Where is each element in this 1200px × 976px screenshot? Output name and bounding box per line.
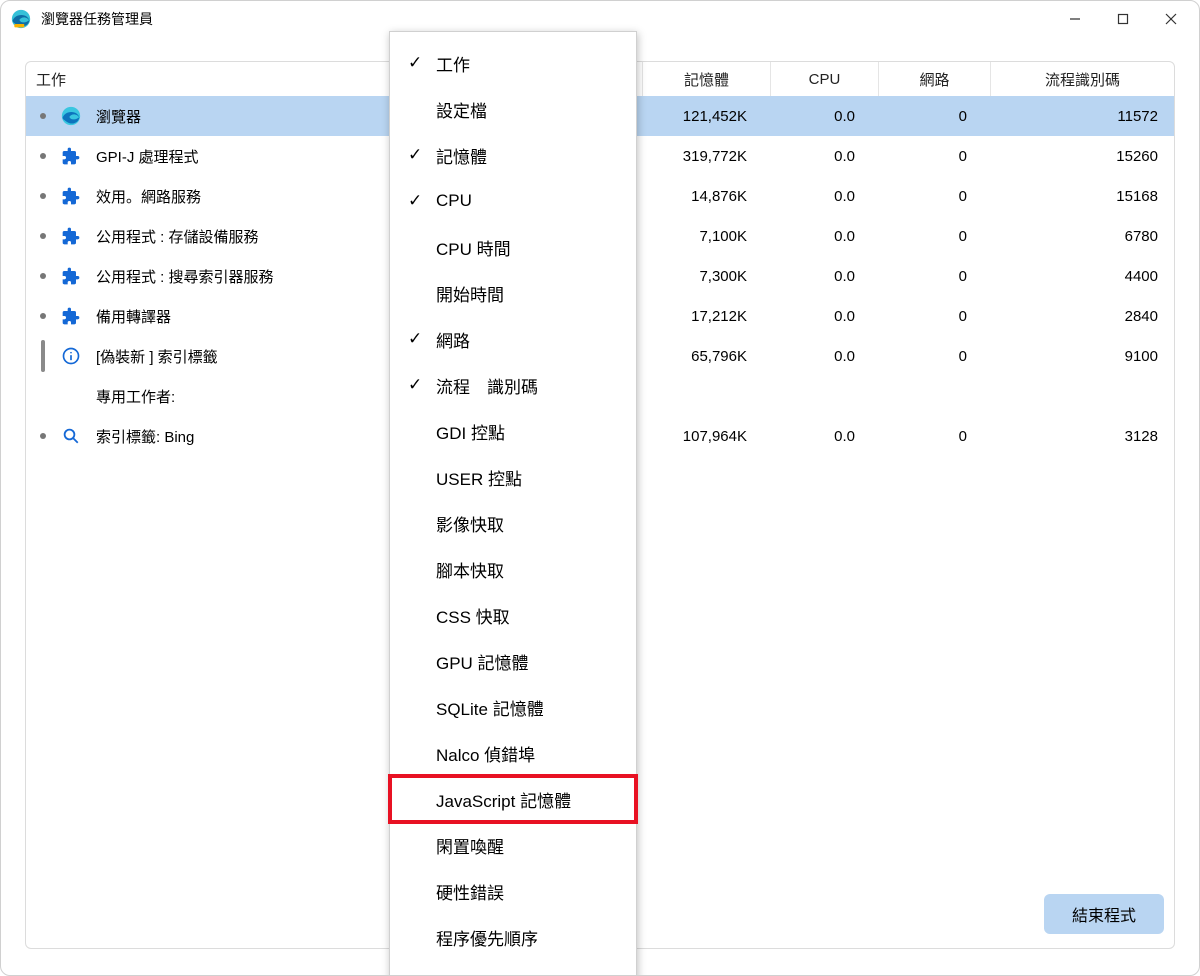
task-name: 瀏覽器 bbox=[96, 106, 141, 127]
check-icon: ✓ bbox=[408, 329, 422, 349]
task-name: 公用程式 : 存儲設備服務 bbox=[96, 226, 259, 247]
maximize-button[interactable] bbox=[1099, 1, 1147, 37]
cell-network: 0 bbox=[879, 108, 991, 125]
extension-icon bbox=[60, 225, 82, 247]
menu-item-gdi-handles[interactable]: GDI 控點 bbox=[390, 408, 636, 454]
menu-item-gpu-memory[interactable]: GPU 記憶體 bbox=[390, 638, 636, 684]
menu-item-css-cache[interactable]: CSS 快取 bbox=[390, 592, 636, 638]
menu-item-process-id[interactable]: ✓流程 識別碼 bbox=[390, 362, 636, 408]
search-icon bbox=[60, 425, 82, 447]
task-name: 效用。網路服務 bbox=[96, 186, 201, 207]
edge-canary-icon bbox=[11, 9, 31, 29]
close-button[interactable] bbox=[1147, 1, 1195, 37]
minimize-button[interactable] bbox=[1051, 1, 1099, 37]
worker-icon bbox=[60, 385, 82, 407]
menu-item-javascript-memory[interactable]: JavaScript 記憶體 bbox=[390, 776, 636, 822]
menu-item-cpu[interactable]: ✓CPU bbox=[390, 178, 636, 224]
task-manager-window: 瀏覽器任務管理員 工作 記憶體 CPU 網路 流程識別碼 瀏覽器 bbox=[0, 0, 1200, 976]
menu-item-task[interactable]: ✓工作 bbox=[390, 40, 636, 86]
extension-icon bbox=[60, 265, 82, 287]
cell-memory: 121,452K bbox=[643, 108, 771, 125]
bullet-icon bbox=[40, 153, 46, 159]
bullet-icon bbox=[40, 273, 46, 279]
check-icon: ✓ bbox=[408, 191, 422, 211]
column-memory[interactable]: 記憶體 bbox=[643, 62, 771, 96]
menu-item-process-priority[interactable]: 程序優先順序 bbox=[390, 914, 636, 960]
check-icon: ✓ bbox=[408, 375, 422, 395]
extension-icon bbox=[60, 145, 82, 167]
page-info-icon bbox=[60, 345, 82, 367]
group-bar-icon bbox=[41, 340, 45, 372]
column-context-menu: ✓工作 設定檔 ✓記憶體 ✓CPU CPU 時間 開始時間 ✓網路 ✓流程 識別… bbox=[389, 31, 637, 976]
task-name: GPI-J 處理程式 bbox=[96, 146, 199, 167]
bullet-icon bbox=[40, 113, 46, 119]
bullet-icon bbox=[40, 433, 46, 439]
menu-item-keepalive-count[interactable]: 保持生動計數 bbox=[390, 960, 636, 976]
window-title: 瀏覽器任務管理員 bbox=[41, 9, 153, 29]
column-network[interactable]: 網路 bbox=[879, 62, 991, 96]
menu-item-script-cache[interactable]: 腳本快取 bbox=[390, 546, 636, 592]
bullet-icon bbox=[40, 233, 46, 239]
edge-icon bbox=[60, 105, 82, 127]
bullet-icon bbox=[40, 193, 46, 199]
check-icon: ✓ bbox=[408, 145, 422, 165]
task-name: 備用轉譯器 bbox=[96, 306, 171, 327]
check-icon: ✓ bbox=[408, 53, 422, 73]
menu-item-hard-faults[interactable]: 硬性錯誤 bbox=[390, 868, 636, 914]
extension-icon bbox=[60, 185, 82, 207]
bullet-icon bbox=[40, 313, 46, 319]
cell-pid: 11572 bbox=[991, 108, 1174, 125]
extension-icon bbox=[60, 305, 82, 327]
cell-cpu: 0.0 bbox=[771, 108, 879, 125]
menu-item-user-handles[interactable]: USER 控點 bbox=[390, 454, 636, 500]
task-name: 公用程式 : 搜尋索引器服務 bbox=[96, 266, 274, 287]
task-name: [偽裝新 ] 索引標籤 bbox=[96, 346, 218, 367]
menu-item-start-time[interactable]: 開始時間 bbox=[390, 270, 636, 316]
menu-item-network[interactable]: ✓網路 bbox=[390, 316, 636, 362]
menu-item-idle-wakeups[interactable]: 閑置喚醒 bbox=[390, 822, 636, 868]
menu-item-profile[interactable]: 設定檔 bbox=[390, 86, 636, 132]
menu-item-image-cache[interactable]: 影像快取 bbox=[390, 500, 636, 546]
end-process-button[interactable]: 結束程式 bbox=[1044, 894, 1164, 934]
menu-item-sqlite-memory[interactable]: SQLite 記憶體 bbox=[390, 684, 636, 730]
menu-item-cpu-time[interactable]: CPU 時間 bbox=[390, 224, 636, 270]
task-name: 專用工作者: bbox=[96, 386, 175, 407]
menu-item-memory[interactable]: ✓記憶體 bbox=[390, 132, 636, 178]
task-name: 索引標籤: Bing bbox=[96, 426, 194, 447]
column-pid[interactable]: 流程識別碼 bbox=[991, 62, 1174, 96]
menu-item-nalco-debug-port[interactable]: Nalco 偵錯埠 bbox=[390, 730, 636, 776]
column-cpu[interactable]: CPU bbox=[771, 62, 879, 96]
